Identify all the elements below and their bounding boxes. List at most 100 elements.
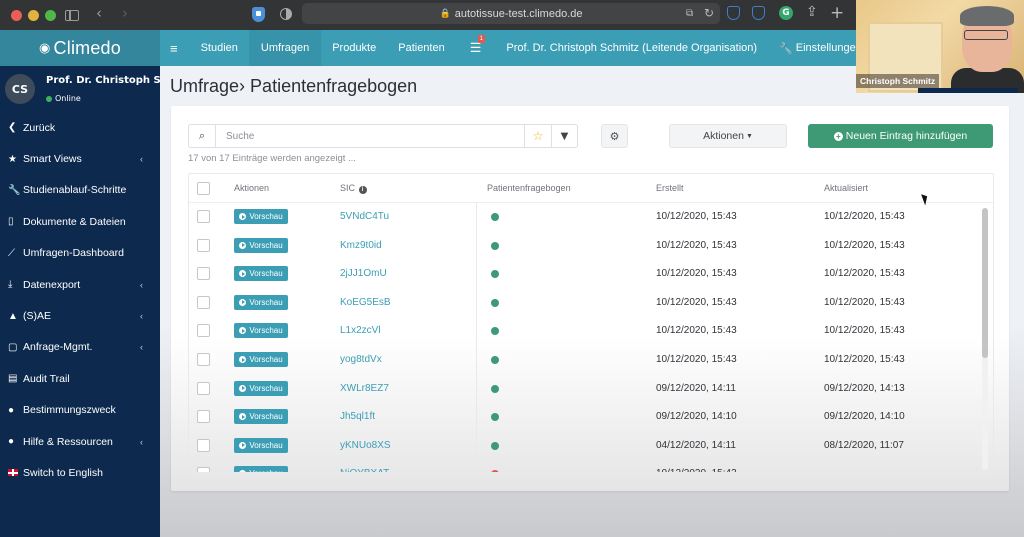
table-row[interactable]: Vorschau 5VNdC4Tu 10/12/2020, 15:43 10/12/2… [189, 203, 993, 232]
share-icon[interactable]: ⇪ [806, 4, 818, 20]
sidebar-item-label: Datenexport [23, 278, 81, 291]
row-checkbox[interactable] [197, 353, 210, 366]
row-checkbox[interactable] [197, 238, 210, 252]
row-checkbox[interactable] [197, 324, 210, 338]
status-text: Online [55, 94, 81, 103]
scrollbar-thumb[interactable] [982, 208, 988, 358]
tasks-button[interactable]: ☰ 1 [456, 30, 496, 66]
sidebar-item-s-ae[interactable]: ▲ (S)AE ‹ [0, 300, 160, 331]
column-header-sic[interactable]: SIC i [340, 183, 367, 194]
user-name: Prof. Dr. Christoph Schmitz [46, 75, 160, 86]
info-icon[interactable]: i [358, 186, 367, 194]
sic-link[interactable]: XWLr8EZ7 [340, 383, 389, 394]
preview-button[interactable]: Vorschau [234, 294, 288, 310]
sidebar-item-hilfe-ressourcen[interactable]: ● Hilfe & Ressourcen ‹ [0, 426, 160, 457]
row-checkbox[interactable] [197, 210, 210, 223]
row-checkbox[interactable] [197, 267, 210, 281]
column-header-erstellt[interactable]: Erstellt [656, 183, 684, 193]
preview-button[interactable]: Vorschau [234, 266, 288, 282]
table-row[interactable]: Vorschau Jh5ql1ft 09/12/2020, 14:10 09/12/2… [189, 403, 993, 432]
sidebar-item-zur-ck[interactable]: ❮ Zurück [0, 112, 160, 143]
preview-button[interactable]: Vorschau [234, 437, 288, 453]
sic-link[interactable]: NiQYBXAT [340, 468, 389, 472]
table-row[interactable]: Vorschau yog8tdVx 10/12/2020, 15:43 10/12/2… [189, 346, 993, 375]
sic-link[interactable]: Kmz9t0id [340, 240, 382, 251]
add-entry-button[interactable]: + Neuen Eintrag hinzufügen [808, 124, 993, 148]
row-checkbox[interactable] [197, 467, 210, 472]
user-organization[interactable]: Prof. Dr. Christoph Schmitz (Leitende Or… [495, 30, 768, 66]
table-row[interactable]: Vorschau Kmz9t0id 10/12/2020, 15:43 10/12/2… [189, 232, 993, 261]
created-date: 09/12/2020, 14:10 [656, 411, 737, 423]
row-checkbox[interactable] [197, 438, 210, 452]
new-tab-icon[interactable]: + [830, 3, 844, 23]
sic-link[interactable]: yog8tdVx [340, 354, 382, 365]
star-icon[interactable]: ☆ [524, 125, 551, 147]
filter-icon[interactable]: ▼ [551, 125, 577, 147]
grammarly-icon[interactable]: G [779, 6, 793, 20]
avatar[interactable]: CS [5, 74, 35, 104]
preview-button[interactable]: Vorschau [234, 352, 288, 367]
brand-logo[interactable]: ◉ Climedo [0, 30, 160, 66]
sidebar-icon[interactable] [65, 10, 79, 21]
table-scrollbar[interactable] [982, 208, 988, 470]
sidebar-item-umfragen-dashboard[interactable]: ⟋ Umfragen-Dashboard [0, 238, 160, 269]
search-icon[interactable]: ⌕ [189, 125, 216, 147]
table-row[interactable]: Vorschau 2jJJ1OmU 10/12/2020, 15:43 10/12/2… [189, 260, 993, 289]
table-row[interactable]: Vorschau XWLr8EZ7 09/12/2020, 14:11 09/12/2… [189, 375, 993, 404]
sic-link[interactable]: yKNUo8XS [340, 440, 391, 451]
sic-link[interactable]: 2jJJ1OmU [340, 268, 387, 279]
table-row[interactable]: Vorschau yKNUo8XS 04/12/2020, 14:11 08/12/2… [189, 432, 993, 461]
sidebar-item-label: Switch to English [23, 466, 103, 479]
forward-icon[interactable]: › [122, 5, 128, 21]
sidebar-item-studienablauf-schritte[interactable]: 🔧 Studienablauf-Schritte [0, 175, 160, 206]
back-icon[interactable]: ‹ [96, 5, 102, 21]
address-bar[interactable]: 🔒 autotissue-test.climedo.de [302, 3, 720, 24]
nav-item-produkte[interactable]: Produkte [321, 30, 387, 66]
preview-button[interactable]: Vorschau [234, 323, 288, 339]
gear-icon[interactable]: ⚙ [601, 124, 628, 148]
sidebar-item-dokumente-dateien[interactable]: ▯ Dokumente & Dateien [0, 206, 160, 237]
brand-name: Climedo [53, 37, 121, 58]
column-header-aktualisiert[interactable]: Aktualisiert [824, 183, 868, 193]
sidebar-item-switch-to-english[interactable]: Switch to English [0, 457, 160, 488]
translate-icon[interactable]: ⧉ [686, 8, 693, 19]
sidebar-item-bestimmungszweck[interactable]: ● Bestimmungszweck [0, 395, 160, 426]
bitwarden-icon[interactable] [252, 7, 265, 22]
select-all-checkbox[interactable] [197, 182, 210, 195]
sidebar-item-datenexport[interactable]: ⤓ Datenexport ‹ [0, 269, 160, 300]
table-row[interactable]: Vorschau NiQYBXAT 10/12/2020, 15:43 [189, 460, 993, 472]
breadcrumb-parent[interactable]: Umfrage [170, 76, 239, 96]
preview-button[interactable]: Vorschau [234, 409, 288, 425]
actions-dropdown[interactable]: Aktionen ▼ [669, 124, 787, 148]
row-checkbox[interactable] [197, 381, 210, 395]
search-input[interactable] [216, 125, 524, 147]
row-checkbox[interactable] [197, 295, 210, 309]
sic-link[interactable]: KoEG5EsB [340, 297, 391, 308]
minimize-window-button[interactable] [28, 9, 39, 21]
table-row[interactable]: Vorschau KoEG5EsB 10/12/2020, 15:43 10/12/2… [189, 289, 993, 318]
privacy-icon[interactable] [280, 8, 292, 20]
sic-link[interactable]: 5VNdC4Tu [340, 211, 389, 222]
nav-item-patienten[interactable]: Patienten [387, 30, 455, 66]
maximize-window-button[interactable] [45, 9, 56, 21]
nav-item-umfragen[interactable]: Umfragen [248, 30, 322, 66]
row-checkbox[interactable] [197, 410, 210, 424]
preview-button[interactable]: Vorschau [234, 209, 288, 224]
sic-link[interactable]: Jh5ql1ft [340, 411, 375, 422]
table-row[interactable]: Vorschau L1x2zcVl 10/12/2020, 15:43 10/12/2… [189, 317, 993, 346]
preview-button[interactable]: Vorschau [234, 466, 288, 472]
sidebar-item-anfrage-mgmt[interactable]: ▢ Anfrage-Mgmt. ‹ [0, 332, 160, 363]
close-window-button[interactable] [11, 9, 22, 21]
sic-link[interactable]: L1x2zcVl [340, 325, 381, 336]
reload-icon[interactable]: ↻ [704, 6, 714, 20]
shield-extension-icon[interactable] [752, 6, 765, 20]
shield-extension-icon[interactable] [727, 6, 740, 20]
column-header-patientenfragebogen[interactable]: Patientenfragebogen [487, 183, 571, 193]
menu-toggle-icon[interactable]: ≡ [160, 30, 190, 66]
chevron-left-icon: ‹ [140, 342, 143, 353]
preview-button[interactable]: Vorschau [234, 237, 288, 253]
sidebar-item-audit-trail[interactable]: ▤ Audit Trail [0, 363, 160, 394]
sidebar-item-smart-views[interactable]: ★ Smart Views ‹ [0, 143, 160, 174]
preview-button[interactable]: Vorschau [234, 380, 288, 396]
nav-item-studien[interactable]: Studien [190, 30, 249, 66]
